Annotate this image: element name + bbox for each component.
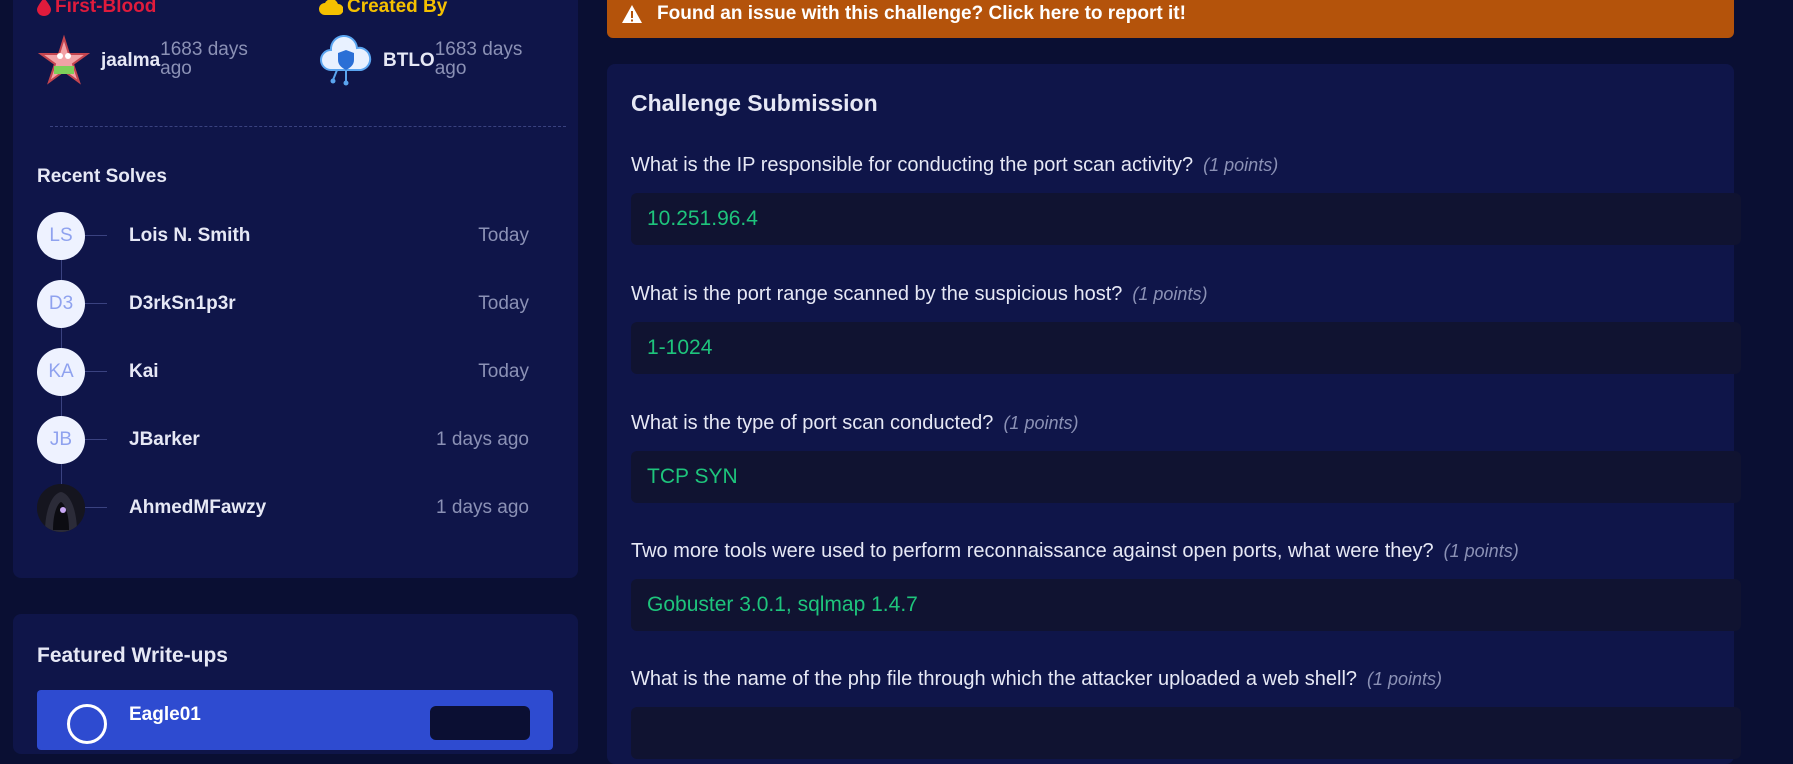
first-blood-user[interactable]: jaalma 1683 days ago [37, 34, 260, 88]
cloud-icon [319, 0, 343, 15]
created-by-time: 1683 days ago [434, 39, 523, 79]
solver-name[interactable]: Kai [129, 361, 478, 383]
timeline-tick [85, 303, 107, 304]
question-points: (1 points) [1203, 155, 1279, 175]
question-points: (1 points) [1003, 413, 1079, 433]
created-by-user[interactable]: BTLO 1683 days ago [319, 34, 535, 88]
timeline-tick [85, 371, 107, 372]
created-by-section: Created By BTLO 1683 days ago [319, 0, 535, 88]
divider [50, 126, 566, 127]
created-by-title: Created By [319, 0, 535, 18]
question-1: What is the IP responsible for conductin… [631, 154, 1741, 245]
avatar[interactable] [319, 34, 373, 88]
avatar[interactable]: LS [37, 212, 85, 260]
list-item[interactable]: KA Kai Today [37, 338, 529, 406]
avatar[interactable] [37, 484, 85, 532]
answer-field[interactable]: Gobuster 3.0.1, sqlmap 1.4.7 [631, 579, 1741, 631]
solve-time: 1 days ago [436, 497, 529, 518]
submission-title: Challenge Submission [631, 90, 878, 116]
avatar[interactable]: JB [37, 416, 85, 464]
question-text: Two more tools were used to perform reco… [631, 540, 1434, 562]
answer-field[interactable]: TCP SYN [631, 451, 1741, 503]
first-blood-section: First-Blood jaalma 1683 days ago [37, 0, 260, 88]
avatar [67, 704, 107, 744]
answer-field[interactable]: 1-1024 [631, 322, 1741, 374]
cloud-shield-logo [320, 35, 372, 86]
question-text: What is the type of port scan conducted? [631, 412, 994, 434]
question-3: What is the type of port scan conducted?… [631, 412, 1741, 503]
featured-writeups-title: Featured Write-ups [37, 644, 228, 667]
hooded-figure-avatar [37, 484, 85, 532]
question-text: What is the port range scanned by the su… [631, 283, 1123, 305]
solve-time: Today [478, 361, 529, 382]
solve-time: Today [478, 225, 529, 246]
report-issue-link[interactable]: Found an issue with this challenge? Clic… [657, 3, 1186, 25]
solver-name[interactable]: D3rkSn1p3r [129, 293, 478, 315]
recent-solves-list: LS Lois N. Smith Today D3 D3rkSn1p3r Tod… [37, 202, 529, 542]
question-points: (1 points) [1367, 669, 1443, 689]
list-item[interactable]: JB JBarker 1 days ago [37, 406, 529, 474]
featured-writeups-card: Featured Write-ups Eagle01 [13, 614, 578, 754]
answer-field[interactable] [631, 707, 1741, 759]
first-blood-time: 1683 days ago [160, 39, 248, 79]
timeline-tick [85, 507, 107, 508]
list-item[interactable]: D3 D3rkSn1p3r Today [37, 270, 529, 338]
first-blood-username[interactable]: jaalma [101, 50, 160, 72]
recent-solves-title: Recent Solves [37, 166, 167, 187]
blood-drop-icon [37, 0, 51, 16]
report-issue-banner[interactable]: Found an issue with this challenge? Clic… [607, 0, 1734, 38]
writeup-author[interactable]: Eagle01 [129, 704, 201, 726]
avatar[interactable]: KA [37, 348, 85, 396]
question-text: What is the IP responsible for conductin… [631, 154, 1194, 176]
answer-field[interactable]: 10.251.96.4 [631, 193, 1741, 245]
question-points: (1 points) [1443, 541, 1519, 561]
challenge-submission-card: Challenge Submission What is the IP resp… [607, 64, 1741, 764]
challenge-info-card: First-Blood jaalma 1683 days ago Created… [13, 0, 578, 578]
first-blood-title: First-Blood [37, 0, 260, 18]
solve-time: 1 days ago [436, 429, 529, 450]
solve-time: Today [478, 293, 529, 314]
solver-name[interactable]: Lois N. Smith [129, 225, 478, 247]
list-item[interactable]: AhmedMFawzy 1 days ago [37, 474, 529, 542]
writeup-view-button[interactable] [430, 706, 530, 740]
starfish-avatar-image [37, 34, 91, 85]
question-points: (1 points) [1132, 284, 1208, 304]
avatar[interactable]: D3 [37, 280, 85, 328]
first-blood-label: First-Blood [55, 0, 157, 17]
avatar[interactable] [37, 34, 91, 88]
question-4: Two more tools were used to perform reco… [631, 540, 1741, 631]
created-by-label: Created By [347, 0, 448, 17]
question-2: What is the port range scanned by the su… [631, 283, 1741, 374]
timeline-tick [85, 439, 107, 440]
question-text: What is the name of the php file through… [631, 668, 1358, 690]
writeup-item[interactable]: Eagle01 [37, 690, 553, 750]
question-5: What is the name of the php file through… [631, 668, 1741, 759]
warning-triangle-icon [622, 5, 642, 23]
solver-name[interactable]: JBarker [129, 429, 436, 451]
list-item[interactable]: LS Lois N. Smith Today [37, 202, 529, 270]
timeline-tick [85, 235, 107, 236]
solver-name[interactable]: AhmedMFawzy [129, 497, 436, 519]
created-by-username[interactable]: BTLO [383, 50, 435, 72]
